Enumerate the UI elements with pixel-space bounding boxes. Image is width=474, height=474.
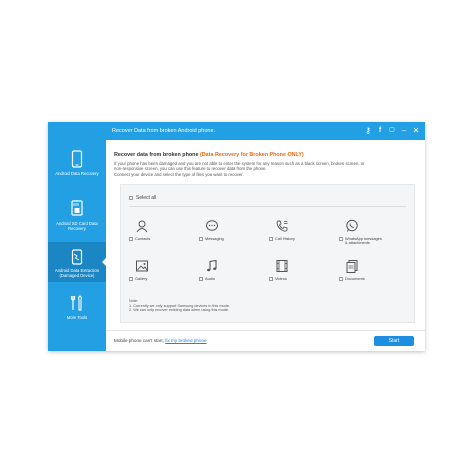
titlebar-controls: ⚷ f ▢ – ✕ <box>363 125 421 136</box>
call-history-icon <box>276 220 288 232</box>
footer-message: Mobile phone can't start, fix my broked … <box>114 338 207 343</box>
documents-icon <box>346 260 358 273</box>
divider <box>129 206 406 207</box>
titlebar: Recover Data from broken Android phone. … <box>106 122 425 140</box>
file-type-label: Messaging <box>205 236 224 241</box>
video-icon <box>276 260 288 272</box>
chat-icon[interactable]: ▢ <box>387 125 397 136</box>
checkbox[interactable] <box>199 237 203 241</box>
checkbox[interactable] <box>269 277 273 281</box>
window-title: Recover Data from broken Android phone. <box>112 128 216 134</box>
checkbox[interactable] <box>269 237 273 241</box>
select-all-checkbox[interactable]: Select all <box>129 195 156 201</box>
file-type-label: Audio <box>205 276 215 281</box>
checkbox[interactable] <box>129 237 133 241</box>
sd-card-icon <box>71 200 83 216</box>
start-button[interactable]: Start <box>374 336 414 346</box>
sidebar-item-android-data-recovery[interactable]: Android Data Recovery <box>48 150 106 176</box>
file-type-label: WhatsApp messages & attachments <box>345 236 382 246</box>
file-type-label: Gallery <box>135 276 148 281</box>
app-window: Android Data Recovery Android SD Card Da… <box>48 122 425 351</box>
sidebar-item-sd-card-recovery[interactable]: Android SD Card Data Recovery <box>48 200 106 231</box>
checkbox[interactable] <box>129 277 133 281</box>
file-type-label: Contacts <box>135 236 151 241</box>
messaging-icon <box>206 220 218 231</box>
checkbox[interactable] <box>129 196 133 200</box>
sidebar-item-data-extraction[interactable]: Android Data Extraction (Damaged Device) <box>48 242 106 282</box>
select-all-label: Select all <box>136 195 157 201</box>
description: If your phone has been damaged and you a… <box>114 161 414 177</box>
heading-text: Recover data from broken phone <box>114 152 199 158</box>
minimize-icon[interactable]: – <box>399 125 409 136</box>
file-type-label: Videos <box>275 276 287 281</box>
file-type-label: Call History <box>275 236 295 241</box>
main-content: Recover data from broken phone (Data Rec… <box>106 140 425 351</box>
key-icon[interactable]: ⚷ <box>363 125 373 136</box>
heading-highlight: (Data Recovery for Broken Phone ONLY) <box>199 152 304 158</box>
checkbox[interactable] <box>339 277 343 281</box>
sidebar-item-label: Android Data Recovery <box>55 171 99 176</box>
contacts-icon <box>136 220 148 233</box>
description-line: Connect your device and select the type … <box>114 171 244 177</box>
checkbox[interactable] <box>339 237 343 241</box>
note-line: 2. We can only recover existing data whe… <box>129 308 229 313</box>
file-type-label: Documents <box>345 276 365 281</box>
footer: Mobile phone can't start, fix my broked … <box>106 330 425 352</box>
tools-icon <box>70 295 82 311</box>
sidebar-item-more-tools[interactable]: More Tools <box>48 294 106 320</box>
damaged-phone-icon <box>71 249 83 265</box>
page-title: Recover data from broken phone (Data Rec… <box>114 152 304 158</box>
checkbox[interactable] <box>199 277 203 281</box>
gallery-icon <box>136 260 148 272</box>
file-type-panel: Select all Contacts Messaging Call Histo… <box>120 184 415 323</box>
sidebar-item-label: Android Data Extraction (Damaged Device) <box>54 268 100 278</box>
fix-phone-link[interactable]: fix my broked phone <box>165 338 206 343</box>
sidebar-item-label: Android SD Card Data Recovery <box>56 221 98 231</box>
note: Note: 1. Currently we only support Samsu… <box>129 299 230 313</box>
phone-icon <box>71 150 83 168</box>
whatsapp-icon <box>346 219 358 232</box>
sidebar-item-label: More Tools <box>66 315 88 320</box>
footer-text: Mobile phone can't start, <box>114 338 164 343</box>
audio-icon <box>207 259 217 272</box>
sidebar: Android Data Recovery Android SD Card Da… <box>48 122 106 351</box>
close-icon[interactable]: ✕ <box>411 125 421 136</box>
facebook-icon[interactable]: f <box>375 125 385 136</box>
